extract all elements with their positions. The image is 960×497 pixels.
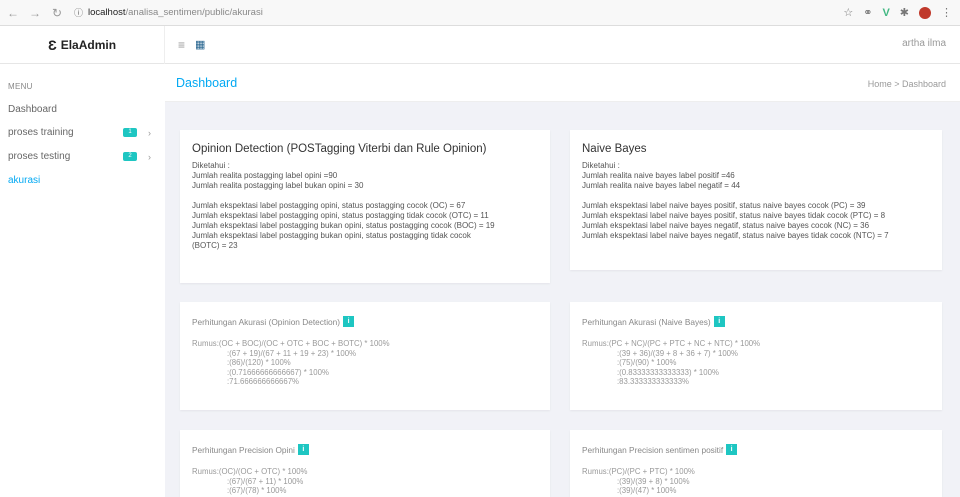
brand-name: ElaAdmin xyxy=(60,38,117,52)
sidebar-item-label: akurasi xyxy=(8,175,41,186)
text-line: Jumlah ekspektasi label postagging opini… xyxy=(192,201,466,210)
info-icon[interactable]: i xyxy=(297,444,309,455)
grid-icon[interactable]: ▦ xyxy=(195,38,205,51)
formula-step: :(86)/(120) * 100% xyxy=(227,358,291,367)
puzzle-icon[interactable]: ✱ xyxy=(900,6,909,19)
text-line: Jumlah ekspektasi label postagging opini… xyxy=(192,211,489,220)
precision-naive-card: Perhitungan Precision sentimen positif i… xyxy=(570,430,942,497)
page-header: Dashboard Home > Dashboard xyxy=(165,64,960,102)
card-title: Opinion Detection (POSTagging Viterbi da… xyxy=(192,143,487,155)
chevron-right-icon: › xyxy=(148,127,151,138)
accuracy-opinion-card: Perhitungan Akurasi (Opinion Detection) … xyxy=(180,302,550,410)
formula-step: :(67)/(78) * 100% xyxy=(227,486,287,495)
brand-mark-icon: Ɛ xyxy=(47,37,57,53)
subtitle-text: Perhitungan Precision sentimen positif xyxy=(582,444,724,455)
formula-head: Rumus:(PC + NC)/(PC + PTC + NC + NTC) * … xyxy=(582,339,761,348)
app-header: Ɛ ElaAdmin ≡ ▦ artha ilma xyxy=(0,26,960,64)
vue-devtools-icon[interactable]: V xyxy=(882,7,889,19)
forward-arrow-icon[interactable]: → xyxy=(26,6,44,20)
text-line: Jumlah ekspektasi label naive bayes nega… xyxy=(582,231,889,240)
info-icon[interactable]: ⓘ xyxy=(74,6,88,19)
sidebar-item-label: proses testing xyxy=(8,151,71,162)
text-line: Jumlah realita postagging label opini =9… xyxy=(192,171,338,180)
breadcrumb[interactable]: Home > Dashboard xyxy=(868,79,946,89)
formula-head: Rumus:(OC + BOC)/(OC + OTC + BOC + BOTC)… xyxy=(192,339,390,348)
text-line: Jumlah realita naive bayes label negatif… xyxy=(582,181,741,190)
naive-bayes-card: Naive Bayes Diketahui : Jumlah realita n… xyxy=(570,130,942,270)
formula-step: :(75)/(90) * 100% xyxy=(617,358,677,367)
text-line: Jumlah ekspektasi label naive bayes posi… xyxy=(582,201,866,210)
text-line: Jumlah ekspektasi label postagging bukan… xyxy=(192,221,495,230)
sidebar-item-akurasi[interactable]: akurasi xyxy=(8,175,158,186)
formula-step: :(39)/(47) * 100% xyxy=(617,486,677,495)
formula-step: :(0.71666666666667) * 100% xyxy=(227,367,329,377)
card-subtitle: Perhitungan Akurasi (Opinion Detection) … xyxy=(192,316,538,327)
formula-step: :(0.83333333333333) * 100% xyxy=(617,367,719,377)
count-badge: 1 xyxy=(123,128,137,137)
sidebar-item-proses-training[interactable]: proses training 1 › xyxy=(8,127,158,138)
profile-avatar[interactable] xyxy=(919,6,931,19)
sidebar-item-label: proses training xyxy=(8,127,74,138)
formula-step: :71.666666666667% xyxy=(227,377,299,386)
subtitle-text: Perhitungan Precision Opini xyxy=(192,444,295,455)
card-title: Naive Bayes xyxy=(582,143,647,155)
formula-head: Rumus:(PC)/(PC + PTC) * 100% xyxy=(582,467,695,476)
subtitle-text: Perhitungan Akurasi (Opinion Detection) xyxy=(192,316,341,327)
formula-step: :(39)/(39 + 8) * 100% xyxy=(617,476,690,486)
count-badge: 2 xyxy=(123,152,137,161)
card-subtitle: Perhitungan Akurasi (Naive Bayes) i xyxy=(582,316,930,327)
address-bar[interactable]: ⓘ localhost/analisa_sentimen/public/akur… xyxy=(74,4,843,22)
url-path: /analisa_sentimen/public/akurasi xyxy=(125,7,263,18)
menu-title: MENU xyxy=(8,82,33,91)
accuracy-naive-card: Perhitungan Akurasi (Naive Bayes) i Rumu… xyxy=(570,302,942,410)
subtitle-text: Perhitungan Akurasi (Naive Bayes) xyxy=(582,316,711,327)
info-icon[interactable]: i xyxy=(713,316,725,327)
text-line: Jumlah ekspektasi label postagging bukan… xyxy=(192,231,471,240)
text-line: Diketahui : xyxy=(192,161,230,170)
browser-toolbar: ← → ↻ ⓘ localhost/analisa_sentimen/publi… xyxy=(0,0,960,26)
url-host: localhost xyxy=(88,7,126,18)
formula-step: :83.333333333333% xyxy=(617,377,689,386)
extension-icon[interactable]: ⚭ xyxy=(863,6,872,19)
card-subtitle: Perhitungan Precision sentimen positif i xyxy=(582,444,930,455)
hamburger-icon[interactable]: ≡ xyxy=(178,38,185,52)
text-line: Jumlah ekspektasi label naive bayes posi… xyxy=(582,211,886,220)
reload-icon[interactable]: ↻ xyxy=(48,6,66,20)
text-line: Diketahui : xyxy=(582,161,620,170)
brand-logo[interactable]: Ɛ ElaAdmin xyxy=(0,26,165,64)
sidebar: MENU Dashboard proses training 1 › prose… xyxy=(0,64,165,497)
text-line: Jumlah realita postagging label bukan op… xyxy=(192,181,364,190)
chevron-right-icon: › xyxy=(148,151,151,162)
text-line: (BOTC) = 23 xyxy=(192,241,238,250)
formula-step: :(67)/(67 + 11) * 100% xyxy=(227,476,304,486)
opinion-detection-card: Opinion Detection (POSTagging Viterbi da… xyxy=(180,130,550,283)
kebab-menu-icon[interactable]: ⋮ xyxy=(941,6,952,19)
sidebar-item-label: Dashboard xyxy=(8,104,57,115)
info-icon[interactable]: i xyxy=(343,316,355,327)
sidebar-item-dashboard[interactable]: Dashboard xyxy=(8,104,158,115)
formula-step: :(67 + 19)/(67 + 11 + 19 + 23) * 100% xyxy=(227,348,357,358)
formula-step: :(39 + 36)/(39 + 8 + 36 + 7) * 100% xyxy=(617,348,738,358)
page-title: Dashboard xyxy=(176,76,238,90)
text-line: Jumlah ekspektasi label naive bayes nega… xyxy=(582,221,870,230)
info-icon[interactable]: i xyxy=(726,444,738,455)
user-name[interactable]: artha ilma xyxy=(902,38,946,49)
precision-opinion-card: Perhitungan Precision Opini i Rumus:(OC)… xyxy=(180,430,550,497)
back-arrow-icon[interactable]: ← xyxy=(4,6,22,20)
text-line: Jumlah realita naive bayes label positif… xyxy=(582,171,735,180)
sidebar-item-proses-testing[interactable]: proses testing 2 › xyxy=(8,151,158,162)
card-subtitle: Perhitungan Precision Opini i xyxy=(192,444,538,455)
formula-head: Rumus:(OC)/(OC + OTC) * 100% xyxy=(192,467,308,476)
star-icon[interactable]: ☆ xyxy=(843,6,853,19)
